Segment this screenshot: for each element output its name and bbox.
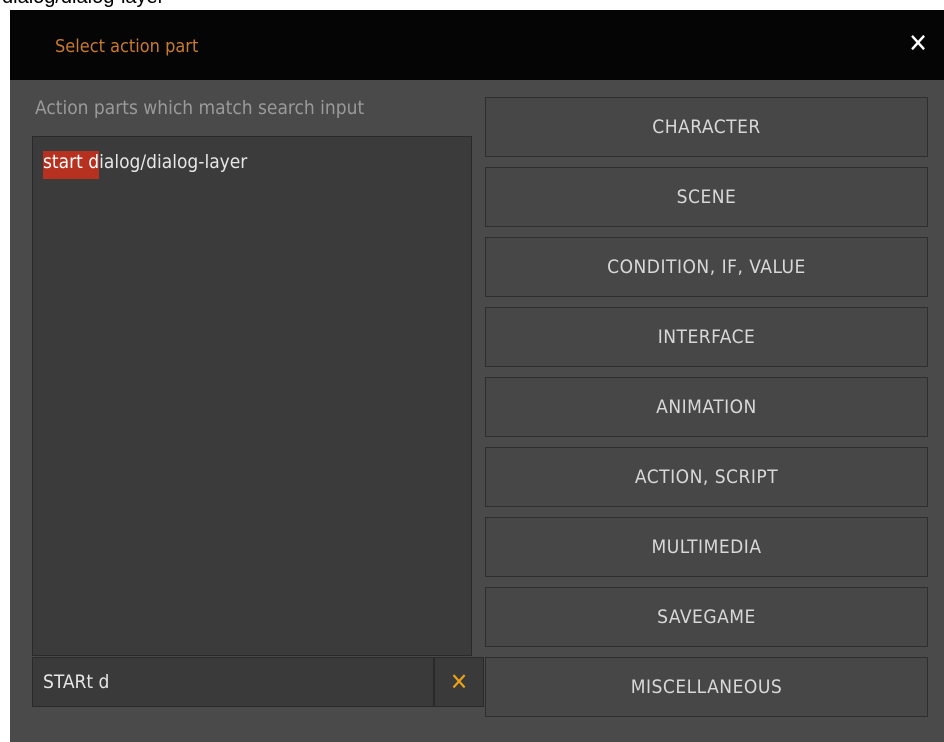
search-input[interactable] xyxy=(32,657,434,707)
results-caption: Action parts which match search input xyxy=(35,97,365,119)
category-button-animation[interactable]: ANIMATION xyxy=(485,377,928,437)
result-item-rest: ialog/dialog-layer xyxy=(99,151,248,173)
dialog-title: Select action part xyxy=(55,36,199,57)
category-button-interface[interactable]: INTERFACE xyxy=(485,307,928,367)
category-button-miscellaneous[interactable]: MISCELLANEOUS xyxy=(485,657,928,717)
results-list: start dialog/dialog-layer xyxy=(32,136,472,656)
clear-x-icon[interactable]: ✕ xyxy=(434,657,484,707)
list-item[interactable]: start dialog/dialog-layer xyxy=(43,151,248,179)
close-icon[interactable]: ✕ xyxy=(902,28,934,60)
category-button-condition[interactable]: CONDITION, IF, VALUE xyxy=(485,237,928,297)
background-caption-text: dialog/dialog-layer xyxy=(2,0,164,9)
dialog-titlebar: Select action part ✕ xyxy=(10,10,944,80)
category-button-character[interactable]: CHARACTER xyxy=(485,97,928,157)
background-caption: dialog/dialog-layer xyxy=(0,0,944,10)
category-button-savegame[interactable]: SAVEGAME xyxy=(485,587,928,647)
category-button-scene[interactable]: SCENE xyxy=(485,167,928,227)
match-highlight: start d xyxy=(43,151,100,179)
category-button-action-script[interactable]: ACTION, SCRIPT xyxy=(485,447,928,507)
category-button-multimedia[interactable]: MULTIMEDIA xyxy=(485,517,928,577)
select-action-part-dialog: Select action part ✕ Action parts which … xyxy=(10,10,944,742)
